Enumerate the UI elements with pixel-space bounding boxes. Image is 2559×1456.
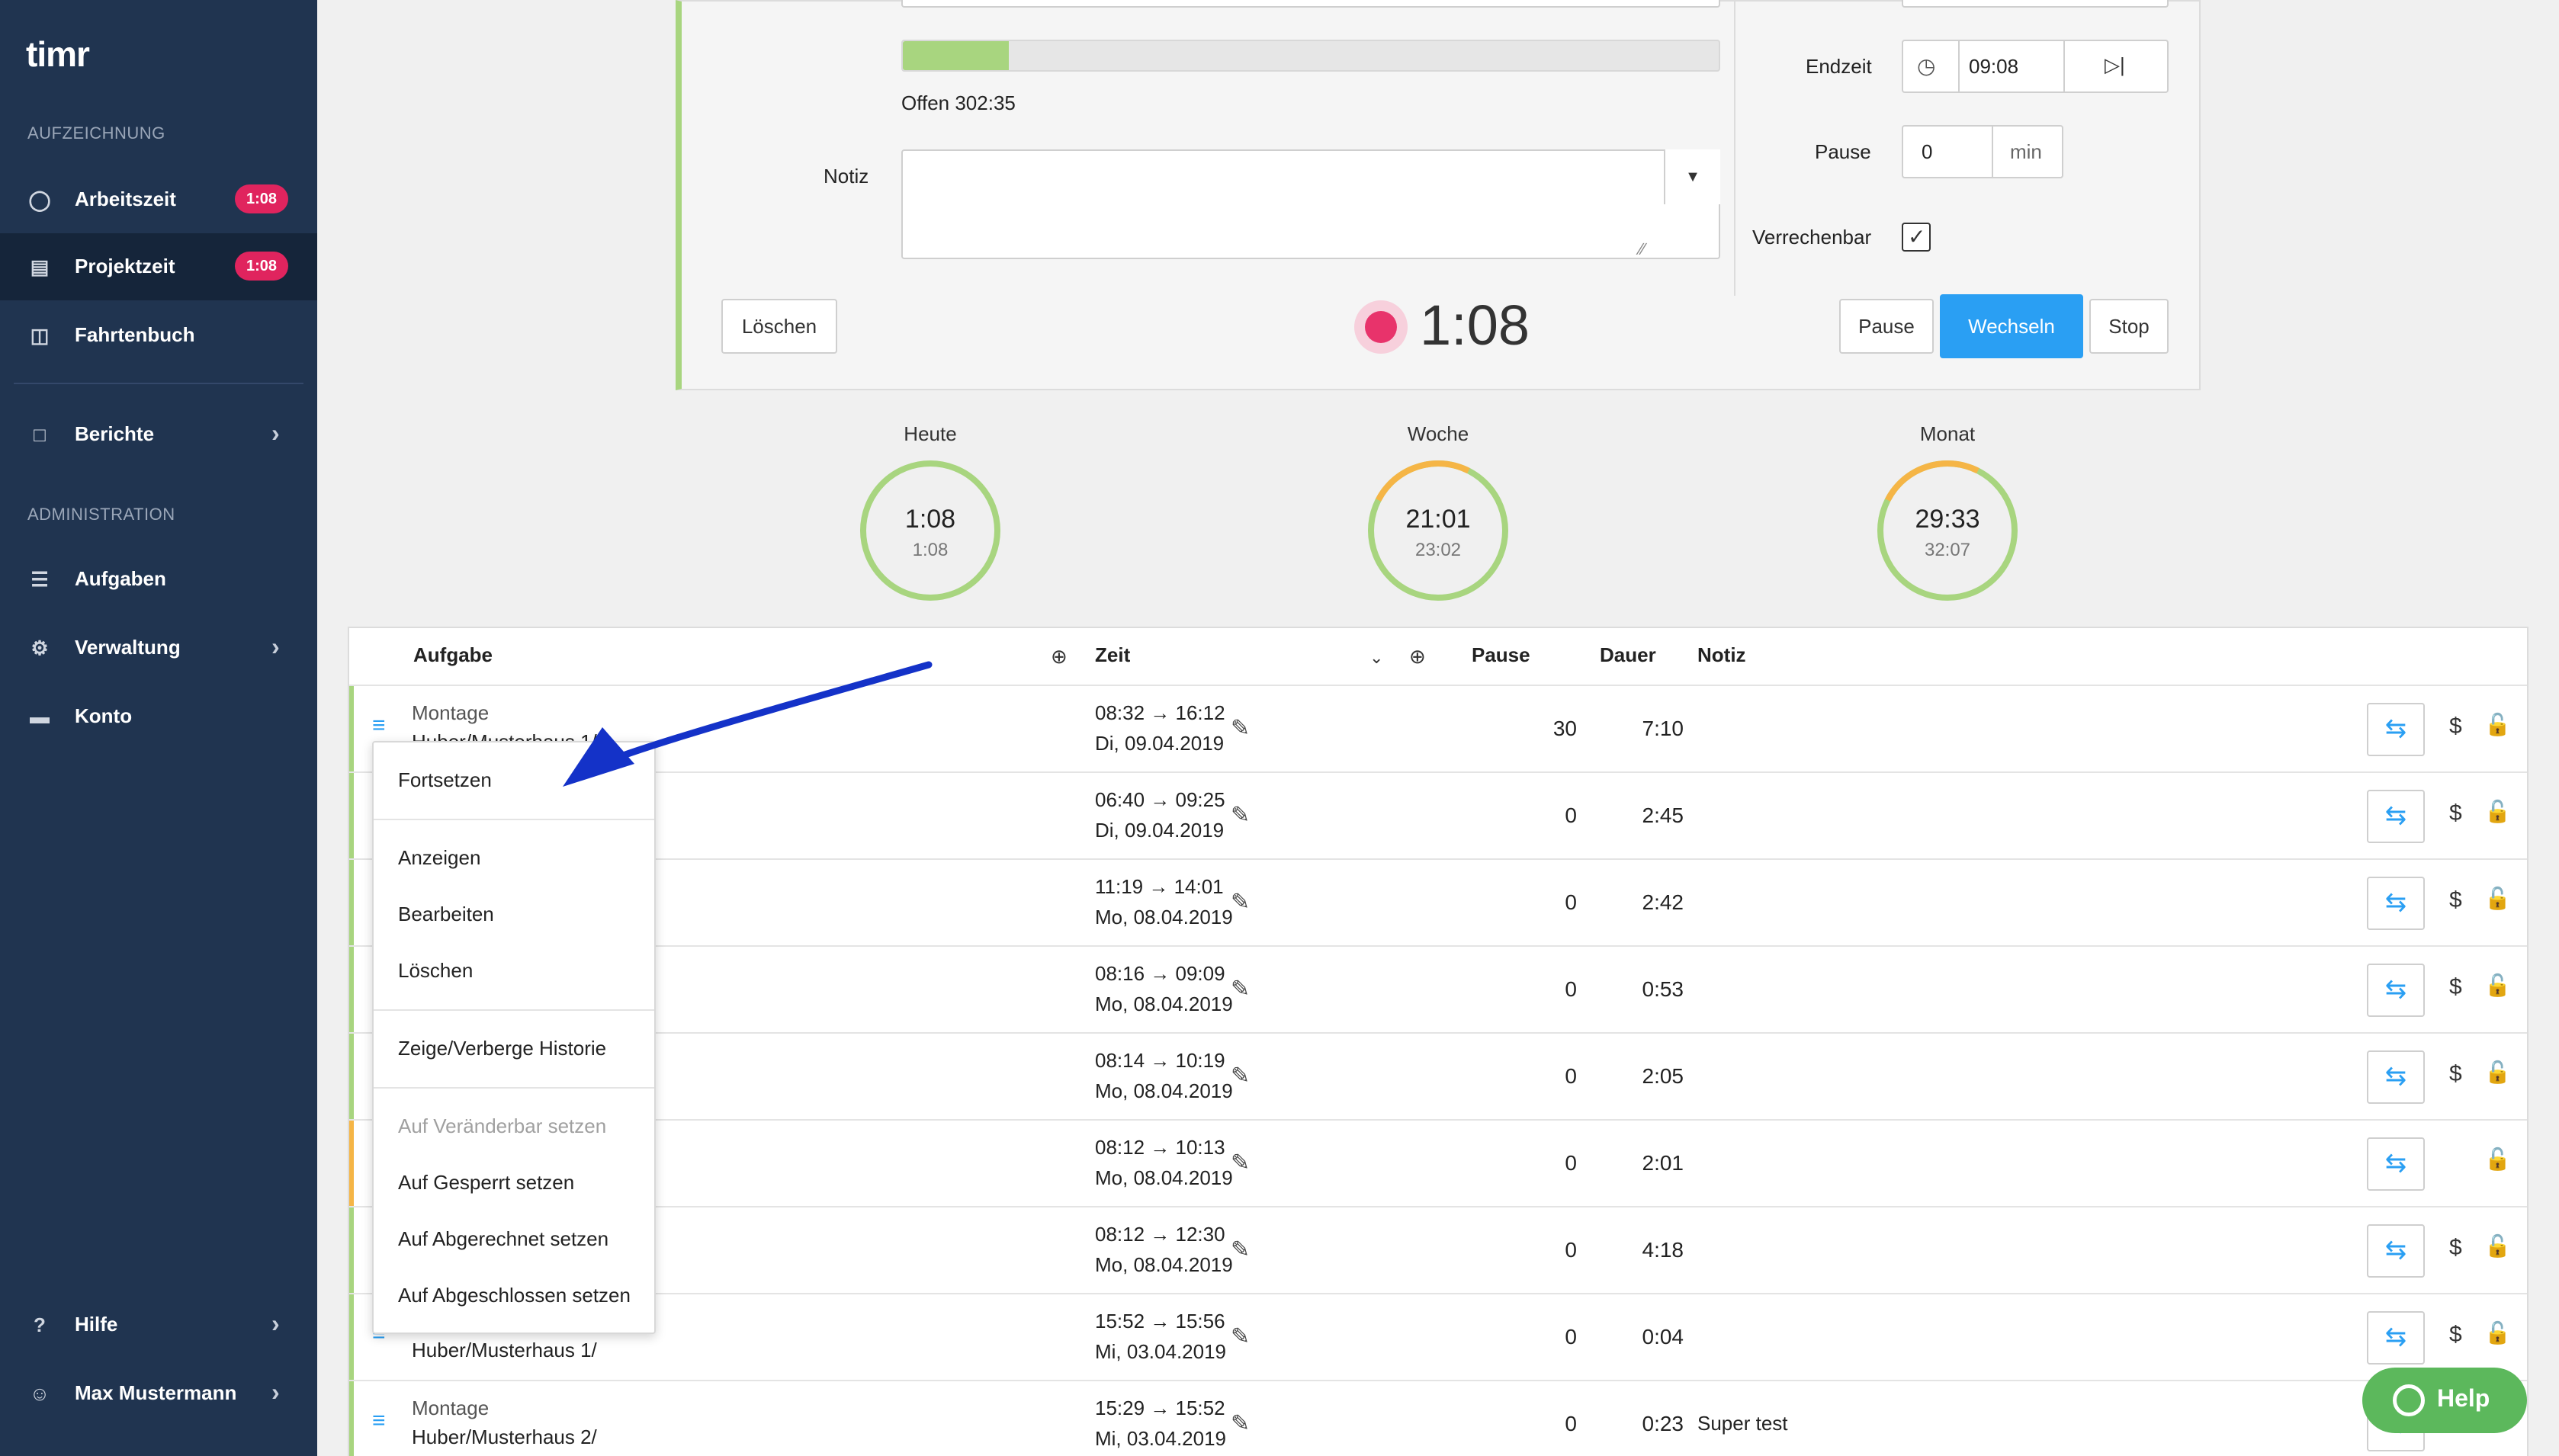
annotation-arrow <box>563 661 933 787</box>
help-button-label: Help <box>2437 1384 2490 1412</box>
help-button[interactable]: Help <box>2362 1368 2527 1433</box>
chat-bubble-icon <box>2393 1384 2425 1416</box>
